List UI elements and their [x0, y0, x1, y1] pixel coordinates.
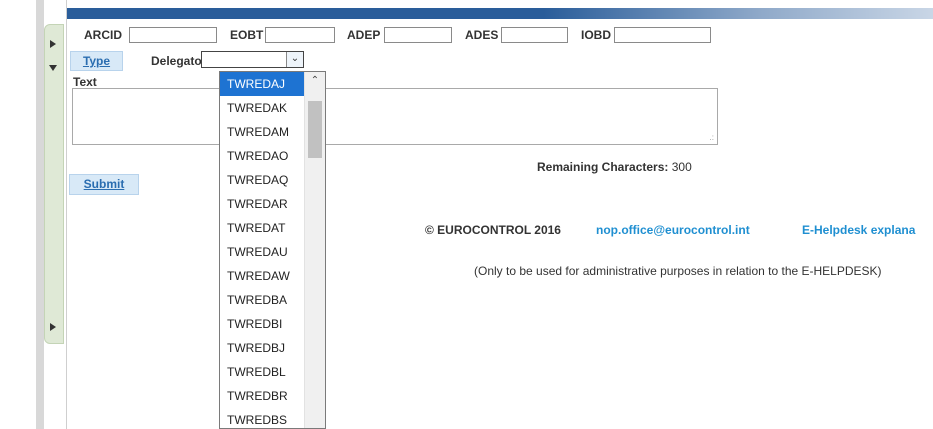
delegator-dropdown-list[interactable]: TWREDAJ TWREDAK TWREDAM TWREDAO TWREDAQ TWRED…	[219, 71, 326, 429]
dropdown-option[interactable]: TWREDBI	[220, 312, 305, 336]
ades-label: ADES	[465, 28, 499, 42]
dropdown-option[interactable]: TWREDAO	[220, 144, 305, 168]
admin-note: (Only to be used for administrative purp…	[474, 264, 882, 278]
iobd-field[interactable]	[614, 27, 711, 43]
dropdown-option[interactable]: TWREDBA	[220, 288, 305, 312]
dropdown-option[interactable]: TWREDAR	[220, 192, 305, 216]
remaining-value: 300	[671, 160, 692, 174]
triangle-down-icon[interactable]	[49, 65, 57, 71]
side-panel	[44, 24, 64, 344]
type-button[interactable]: Type	[70, 51, 123, 71]
left-border-strip	[36, 0, 44, 429]
text-label: Text	[73, 75, 97, 89]
dropdown-scrollbar[interactable]: ⌃	[304, 72, 325, 428]
dropdown-option[interactable]: TWREDAT	[220, 216, 305, 240]
eobt-field[interactable]	[265, 27, 335, 43]
dropdown-option[interactable]: TWREDAU	[220, 240, 305, 264]
remaining-characters: Remaining Characters: 300	[537, 160, 692, 174]
dropdown-option[interactable]: TWREDAQ	[220, 168, 305, 192]
dropdown-option[interactable]: TWREDBJ	[220, 336, 305, 360]
arcid-label: ARCID	[84, 28, 122, 42]
adep-field[interactable]	[384, 27, 452, 43]
dropdown-options: TWREDAJ TWREDAK TWREDAM TWREDAO TWREDAQ TWRED…	[220, 72, 305, 428]
copyright-text: © EUROCONTROL 2016	[425, 223, 561, 237]
chevron-up-icon[interactable]: ⌃	[305, 72, 325, 90]
chevron-down-icon[interactable]: ⌄	[286, 52, 303, 67]
ades-field[interactable]	[501, 27, 568, 43]
delegator-label: Delegator	[151, 54, 207, 68]
delegator-select[interactable]: ⌄	[201, 51, 304, 68]
iobd-label: IOBD	[581, 28, 611, 42]
arcid-field[interactable]	[129, 27, 217, 43]
scrollbar-thumb[interactable]	[308, 101, 322, 158]
dropdown-option[interactable]: TWREDBR	[220, 384, 305, 408]
email-link[interactable]: nop.office@eurocontrol.int	[596, 223, 750, 237]
dropdown-option[interactable]: TWREDAK	[220, 96, 305, 120]
header-bar	[67, 8, 933, 19]
resize-grip-icon[interactable]: .:	[710, 134, 714, 142]
dropdown-option[interactable]: TWREDBL	[220, 360, 305, 384]
helpdesk-link[interactable]: E-Helpdesk explana	[802, 223, 915, 237]
adep-label: ADEP	[347, 28, 381, 42]
remaining-label: Remaining Characters:	[537, 160, 669, 174]
dropdown-option[interactable]: TWREDBS	[220, 408, 305, 428]
content-divider	[66, 0, 67, 429]
triangle-right-icon[interactable]	[50, 323, 56, 331]
eobt-label: EOBT	[230, 28, 264, 42]
triangle-right-icon[interactable]	[50, 40, 56, 48]
submit-button[interactable]: Submit	[69, 174, 139, 195]
dropdown-option[interactable]: TWREDAM	[220, 120, 305, 144]
dropdown-option[interactable]: TWREDAW	[220, 264, 305, 288]
text-area[interactable]: .:	[72, 88, 718, 145]
dropdown-option[interactable]: TWREDAJ	[220, 72, 305, 96]
